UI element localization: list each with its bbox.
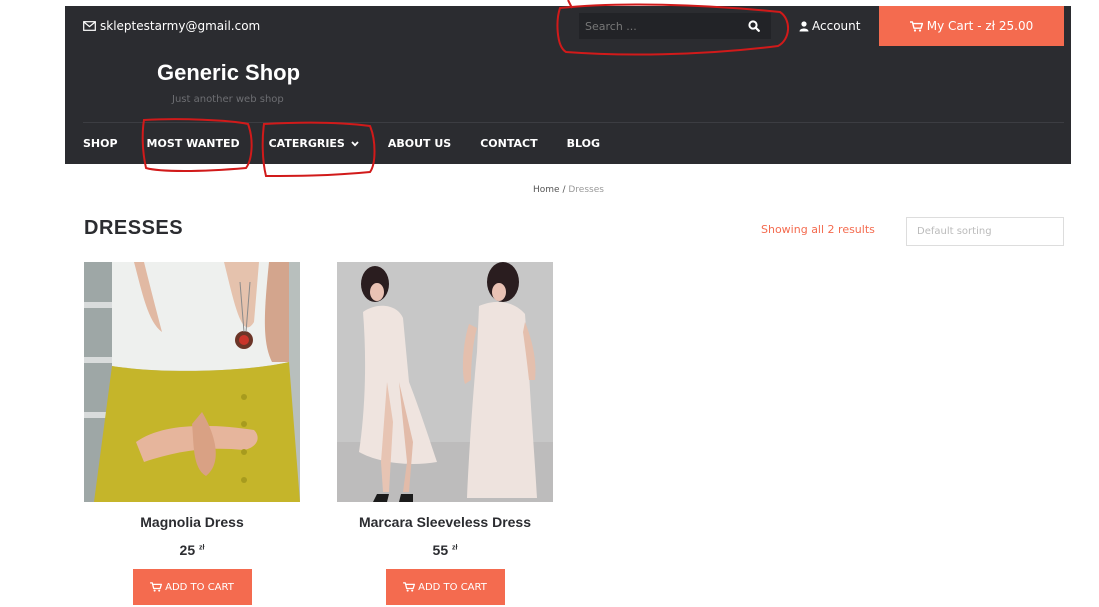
breadcrumb-home[interactable]: Home [533, 185, 560, 195]
sorting-value: Default sorting [917, 226, 992, 237]
site-header: Generic Shop Just another web shop SHOP … [65, 46, 1071, 164]
cart-icon [909, 20, 923, 32]
product-name[interactable]: Magnolia Dress [84, 514, 300, 530]
top-bar: skleptestarmy@gmail.com Account My Cart … [65, 6, 1071, 46]
product-card: Magnolia Dress 25 zł ADD TO CART [84, 262, 300, 605]
product-card: Marcara Sleeveless Dress 55 zł ADD TO CA… [337, 262, 553, 605]
cart-icon [150, 582, 163, 592]
product-photo [337, 262, 553, 502]
nav-item-blog[interactable]: BLOG [567, 137, 600, 150]
product-image[interactable] [337, 262, 553, 502]
cart-button[interactable]: My Cart - zł 25.00 [879, 6, 1064, 46]
site-tagline: Just another web shop [172, 94, 284, 105]
nav-item-most-wanted[interactable]: MOST WANTED [147, 137, 240, 150]
product-price: 55 zł [432, 542, 458, 558]
cart-icon [403, 582, 416, 592]
contact-email-text: skleptestarmy@gmail.com [100, 19, 261, 33]
main-nav: SHOP MOST WANTED CATERGRIES ABOUT US CON… [83, 123, 629, 164]
breadcrumb-current: Dresses [568, 185, 604, 195]
add-to-cart-button[interactable]: ADD TO CART [132, 569, 252, 605]
search-button[interactable] [737, 13, 771, 39]
user-icon [799, 20, 809, 31]
product-image[interactable] [84, 262, 300, 502]
add-to-cart-label: ADD TO CART [165, 581, 234, 593]
chevron-down-icon [351, 140, 359, 147]
cart-label: My Cart - zł 25.00 [926, 19, 1034, 33]
result-count: Showing all 2 results [761, 223, 875, 236]
add-to-cart-label: ADD TO CART [418, 581, 487, 593]
product-price: 25 zł [179, 542, 205, 558]
sorting-select[interactable]: Default sorting [906, 217, 1064, 246]
contact-email[interactable]: skleptestarmy@gmail.com [83, 6, 260, 46]
nav-item-about-us[interactable]: ABOUT US [388, 137, 451, 150]
page-title: DRESSES [84, 217, 184, 239]
add-to-cart-button[interactable]: ADD TO CART [385, 569, 505, 605]
currency-symbol: zł [199, 544, 205, 552]
account-label: Account [812, 19, 861, 33]
nav-item-shop[interactable]: SHOP [83, 137, 118, 150]
currency-symbol: zł [452, 544, 458, 552]
breadcrumb: Home / Dresses [533, 185, 604, 195]
product-name[interactable]: Marcara Sleeveless Dress [337, 514, 553, 530]
search-form [579, 13, 771, 39]
site-title[interactable]: Generic Shop [157, 60, 300, 86]
product-photo [84, 262, 300, 502]
nav-item-contact[interactable]: CONTACT [480, 137, 537, 150]
nav-item-categories[interactable]: CATERGRIES [269, 137, 359, 150]
search-input[interactable] [579, 13, 737, 39]
account-link[interactable]: Account [799, 6, 860, 46]
search-icon [748, 20, 760, 32]
envelope-icon [83, 21, 96, 31]
